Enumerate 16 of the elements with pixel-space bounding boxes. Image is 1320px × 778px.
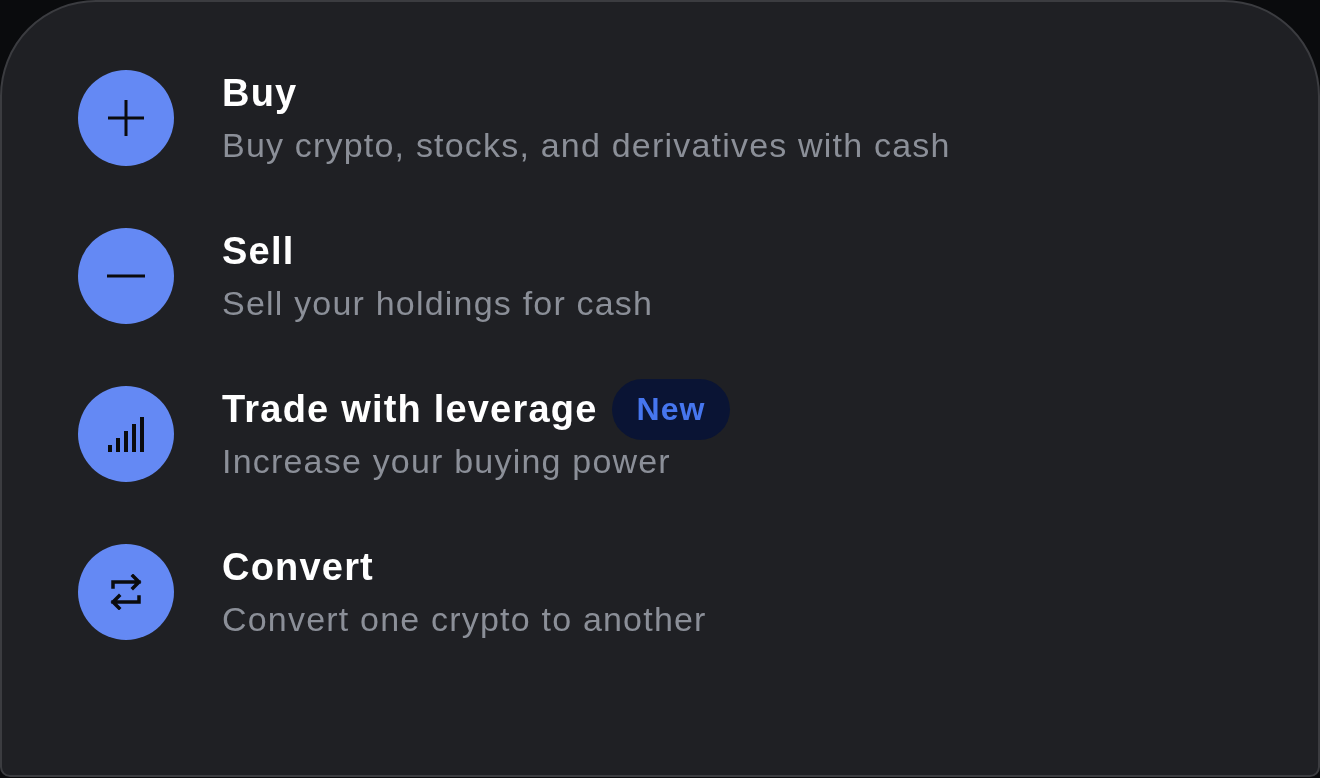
swap-arrows-icon <box>109 574 143 610</box>
menu-option[interactable]: Convert Convert one crypto to another <box>78 544 707 640</box>
minus-icon <box>107 274 145 278</box>
option-description: Increase your buying power <box>222 441 672 482</box>
new-badge: New <box>611 378 731 440</box>
option-description: Convert one crypto to another <box>222 599 707 640</box>
option-title: Buy <box>222 72 298 114</box>
menu-option[interactable]: Buy Buy crypto, stocks, and derivatives with cash <box>78 70 951 166</box>
option-title: Sell <box>222 230 295 272</box>
option-title: Trade with leverage <box>222 388 598 430</box>
option-title: Convert <box>222 546 374 588</box>
bar-chart-icon <box>108 416 144 452</box>
option-description: Buy crypto, stocks, and derivatives with cash <box>222 125 951 166</box>
option-description: Sell your holdings for cash <box>222 283 654 324</box>
menu-option[interactable]: Sell Sell your holdings for cash <box>78 228 654 324</box>
plus-icon <box>107 99 145 137</box>
